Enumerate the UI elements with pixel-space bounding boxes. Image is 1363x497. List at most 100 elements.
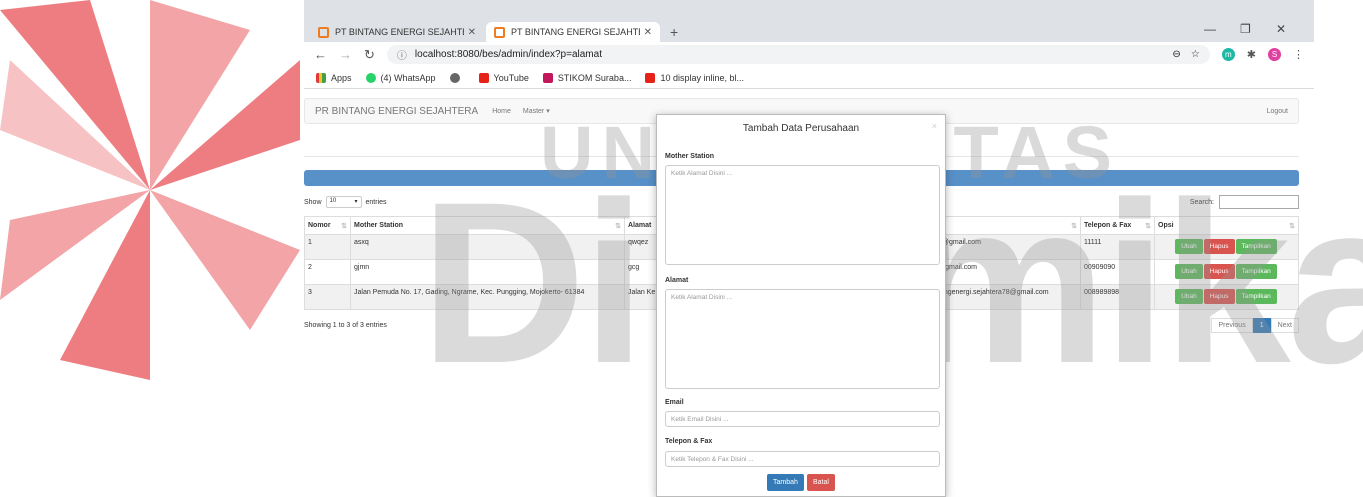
alamat-textarea[interactable]: Ketik Alamat Disini ... [665, 289, 940, 389]
cell-telepon: 00909090 [1080, 259, 1155, 285]
bookmark-apps[interactable]: Apps [316, 72, 352, 83]
cell-opsi: Ubah Hapus Tampilkan [1154, 284, 1299, 310]
entries-label: entries [365, 198, 387, 206]
apps-icon [316, 72, 326, 83]
nav-home[interactable]: Home [492, 108, 511, 115]
bookmark-label: STIKOM Suraba... [557, 72, 632, 83]
reload-icon[interactable]: ↻ [364, 47, 375, 63]
bookmark-globe[interactable] [449, 72, 465, 83]
cell-nomor: 3 [304, 284, 351, 310]
tampilkan-button[interactable]: Tampilkan [1235, 239, 1277, 254]
header-label: Opsi [1158, 221, 1174, 229]
new-tab-icon[interactable]: + [670, 24, 678, 40]
restore-icon[interactable]: ❐ [1240, 22, 1251, 36]
sort-icon: ⇅ [341, 222, 347, 230]
sort-icon: ⇅ [1071, 222, 1077, 230]
logout-link[interactable]: Logout [1267, 108, 1288, 115]
bookmark-label: Apps [331, 72, 352, 83]
col-opsi[interactable]: Opsi ⇅ [1154, 216, 1299, 235]
cell-nomor: 2 [304, 259, 351, 285]
email-field[interactable]: Ketik Email Disini ... [665, 411, 940, 427]
brand-link[interactable]: PR BINTANG ENERGI SEJAHTERA [315, 106, 478, 117]
page-size-select[interactable]: 10 ▾ [325, 196, 362, 208]
close-window-icon[interactable]: ✕ [1276, 22, 1286, 36]
cell-opsi: Ubah Hapus Tampilkan [1154, 259, 1299, 285]
profile-avatar[interactable]: S [1268, 48, 1281, 61]
site-favicon-icon [494, 26, 505, 38]
puzzle-icon[interactable]: ✱ [1247, 48, 1256, 61]
hapus-button[interactable]: Hapus [1203, 289, 1235, 304]
tab-strip: PT BINTANG ENERGI SEJAHTERA ✕ PT BINTANG… [304, 0, 1314, 42]
tab-title: PT BINTANG ENERGI SEJAHTERA [511, 27, 640, 37]
close-icon[interactable]: ✕ [644, 27, 652, 38]
cell-station: gjmn [350, 259, 625, 285]
hapus-button[interactable]: Hapus [1203, 239, 1235, 254]
page-size-value: 10 [329, 198, 337, 204]
header-label: Mother Station [354, 221, 403, 229]
cell-nomor: 1 [304, 234, 351, 260]
minimize-icon[interactable]: — [1204, 22, 1216, 36]
table-info: Showing 1 to 3 of 3 entries [304, 322, 387, 329]
col-telepon[interactable]: Telepon & Fax ⇅ [1080, 216, 1155, 235]
youtube-icon [478, 72, 489, 83]
col-nomor[interactable]: Nomor ⇅ [304, 216, 351, 235]
cell-station: Jalan Pemuda No. 17, Gading, Ngrame, Kec… [350, 284, 625, 310]
zoom-icon[interactable]: ⊖ [1172, 49, 1180, 60]
modal-title-text: Tambah Data Perusahaan [742, 123, 860, 134]
header-label: Nomor [308, 221, 331, 229]
bookmark-whatsapp[interactable]: (4) WhatsApp [365, 72, 436, 83]
page-1-button[interactable]: 1 [1252, 318, 1271, 333]
close-icon[interactable]: ✕ [468, 27, 476, 38]
cell-telepon: 11111 [1080, 234, 1155, 260]
cell-email: n@gmail.com [934, 234, 1081, 260]
youtube-icon [645, 72, 656, 83]
browser-tab-2[interactable]: PT BINTANG ENERGI SEJAHTERA ✕ [486, 22, 660, 42]
page-size-control: Show 10 ▾ entries [304, 196, 387, 208]
sort-icon: ⇅ [1289, 222, 1295, 230]
cell-opsi: Ubah Hapus Tampilkan [1154, 234, 1299, 260]
info-icon: ⓘ [396, 51, 407, 62]
extension-icon[interactable]: m [1221, 48, 1235, 61]
star-icon[interactable]: ☆ [1191, 49, 1200, 60]
header-label: Telepon & Fax [1084, 221, 1132, 229]
cell-email: tangenergi.sejahtera78@gmail.com [934, 284, 1081, 310]
tampilkan-button[interactable]: Tampilkan [1235, 289, 1277, 304]
bookmark-label: (4) WhatsApp [380, 72, 436, 83]
forward-icon[interactable]: → [339, 47, 352, 62]
prev-button[interactable]: Previous [1211, 318, 1253, 333]
email-label: Email [665, 399, 684, 406]
ubah-button[interactable]: Ubah [1175, 239, 1203, 254]
ubah-button[interactable]: Ubah [1175, 264, 1203, 279]
back-icon[interactable]: ← [314, 47, 327, 62]
telepon-field[interactable]: Ketik Telepon & Fax Disini ... [665, 451, 940, 467]
search-input[interactable] [1219, 195, 1299, 209]
tampilkan-button[interactable]: Tampilkan [1235, 264, 1277, 279]
sort-icon: ⇅ [615, 222, 621, 230]
bookmark-stikom[interactable]: STIKOM Suraba... [542, 72, 632, 83]
cell-email: @gmail.com [934, 259, 1081, 285]
menu-icon[interactable]: ⋮ [1293, 48, 1304, 61]
cell-telepon: 008989898 [1080, 284, 1155, 310]
next-button[interactable]: Next [1270, 318, 1299, 333]
add-company-modal: Tambah Data Perusahaan × Mother Station … [656, 114, 946, 497]
tambah-button[interactable]: Tambah [767, 474, 804, 491]
bookmark-youtube[interactable]: YouTube [478, 72, 529, 83]
close-icon[interactable]: × [932, 121, 937, 131]
show-label: Show [304, 198, 322, 206]
url-input[interactable]: ⓘ localhost:8080/bes/admin/index?p=alama… [386, 45, 1210, 64]
station-label: Mother Station [665, 153, 714, 160]
station-textarea[interactable]: Ketik Alamat Disini ... [665, 165, 940, 265]
col-mother-station[interactable]: Mother Station ⇅ [350, 216, 625, 235]
header-label: Alamat [628, 221, 652, 229]
search-label: Search: [1189, 198, 1214, 206]
bookmarks-bar: Apps (4) WhatsApp YouTube STIKOM Suraba.… [304, 67, 1314, 89]
bookmark-label: 10 display inline, bl... [660, 72, 745, 83]
batal-button[interactable]: Batal [807, 474, 835, 491]
col-email[interactable]: ail⇅ [934, 216, 1081, 235]
ubah-button[interactable]: Ubah [1175, 289, 1203, 304]
nav-master-dropdown[interactable]: Master ▾ [523, 107, 550, 115]
bookmark-video[interactable]: 10 display inline, bl... [645, 72, 745, 83]
url-text: localhost:8080/bes/admin/index?p=alamat [414, 49, 602, 60]
browser-tab-1[interactable]: PT BINTANG ENERGI SEJAHTERA ✕ [310, 22, 484, 42]
hapus-button[interactable]: Hapus [1203, 264, 1235, 279]
